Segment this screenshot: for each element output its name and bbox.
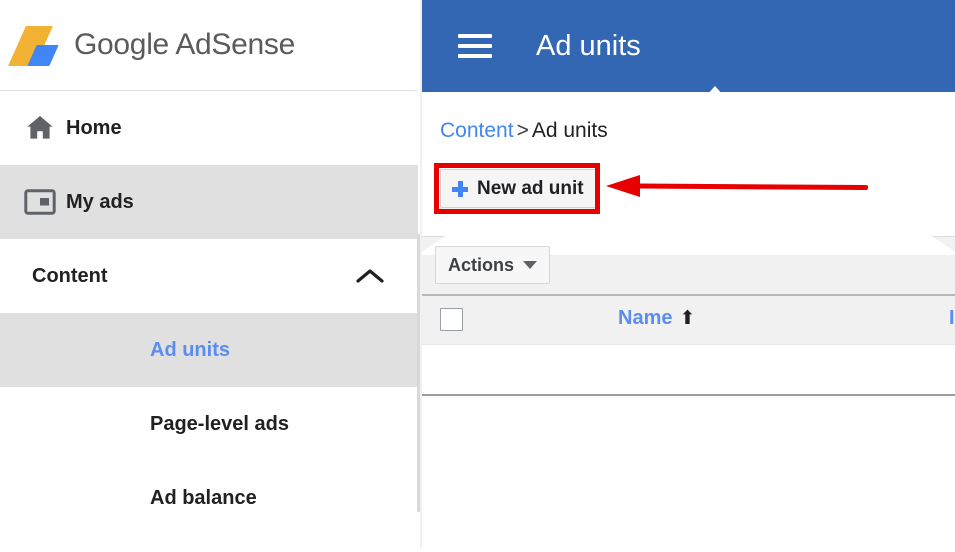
sidebar-item-label: Ad units <box>150 338 230 361</box>
sidebar-item-home[interactable]: Home <box>0 91 418 165</box>
brand-header[interactable]: Google AdSense <box>0 0 422 90</box>
plus-icon <box>452 180 468 197</box>
sidebar-item-label: Home <box>66 116 122 139</box>
page-title: Ad units <box>536 29 641 62</box>
sidebar-item-label: My ads <box>66 190 134 213</box>
sidebar-nav: Home My ads Content Ad units Page-level … <box>0 91 418 535</box>
chevron-up-icon[interactable] <box>356 267 384 285</box>
column-header-label: Name <box>618 307 673 329</box>
bottom-edge <box>0 548 955 552</box>
sidebar-item-ad-balance[interactable]: Ad balance <box>0 461 418 535</box>
display-ad-icon <box>14 189 66 215</box>
sidebar-item-label: Ad balance <box>150 486 257 509</box>
arrow-up-icon: ⬆ <box>679 308 696 329</box>
table-row[interactable] <box>422 345 955 395</box>
table-header-row: Name ⬆ ID <box>422 296 955 344</box>
main-content: Ad units Content > Ad units New ad unit Ac… <box>422 0 955 552</box>
home-icon <box>14 112 66 144</box>
new-ad-unit-label: New ad unit <box>477 177 584 199</box>
adsense-logo-icon <box>8 24 60 68</box>
adsense-ad-units-screen: Google AdSense Home My ads Content Ad un… <box>0 0 955 552</box>
sidebar: Google AdSense Home My ads Content Ad un… <box>0 0 422 552</box>
sidebar-item-my-ads[interactable]: My ads <box>0 165 418 239</box>
sidebar-item-label: Content <box>32 264 108 287</box>
actions-button[interactable]: Actions <box>435 246 551 284</box>
sidebar-item-page-level-ads[interactable]: Page-level ads <box>0 387 418 461</box>
sidebar-item-label: Page-level ads <box>150 412 289 435</box>
actions-label: Actions <box>448 254 515 275</box>
new-ad-unit-button[interactable]: New ad unit <box>440 169 599 208</box>
app-topbar: Ad units <box>422 0 955 92</box>
select-all-checkbox[interactable] <box>440 308 463 331</box>
column-header-id[interactable]: ID <box>949 307 955 330</box>
hamburger-menu-icon[interactable] <box>458 34 492 58</box>
sidebar-item-ad-units[interactable]: Ad units <box>0 313 418 387</box>
table-empty-area <box>422 396 955 552</box>
breadcrumb-current: Ad units <box>531 119 608 142</box>
breadcrumb-parent-link[interactable]: Content <box>440 119 514 142</box>
sidebar-item-content[interactable]: Content <box>0 239 418 313</box>
breadcrumb-separator: > <box>516 119 529 142</box>
brand-name: Google AdSense <box>74 28 295 61</box>
caret-down-icon <box>523 261 538 269</box>
breadcrumb: Content > Ad units <box>440 119 608 143</box>
column-header-name[interactable]: Name ⬆ <box>618 307 695 330</box>
